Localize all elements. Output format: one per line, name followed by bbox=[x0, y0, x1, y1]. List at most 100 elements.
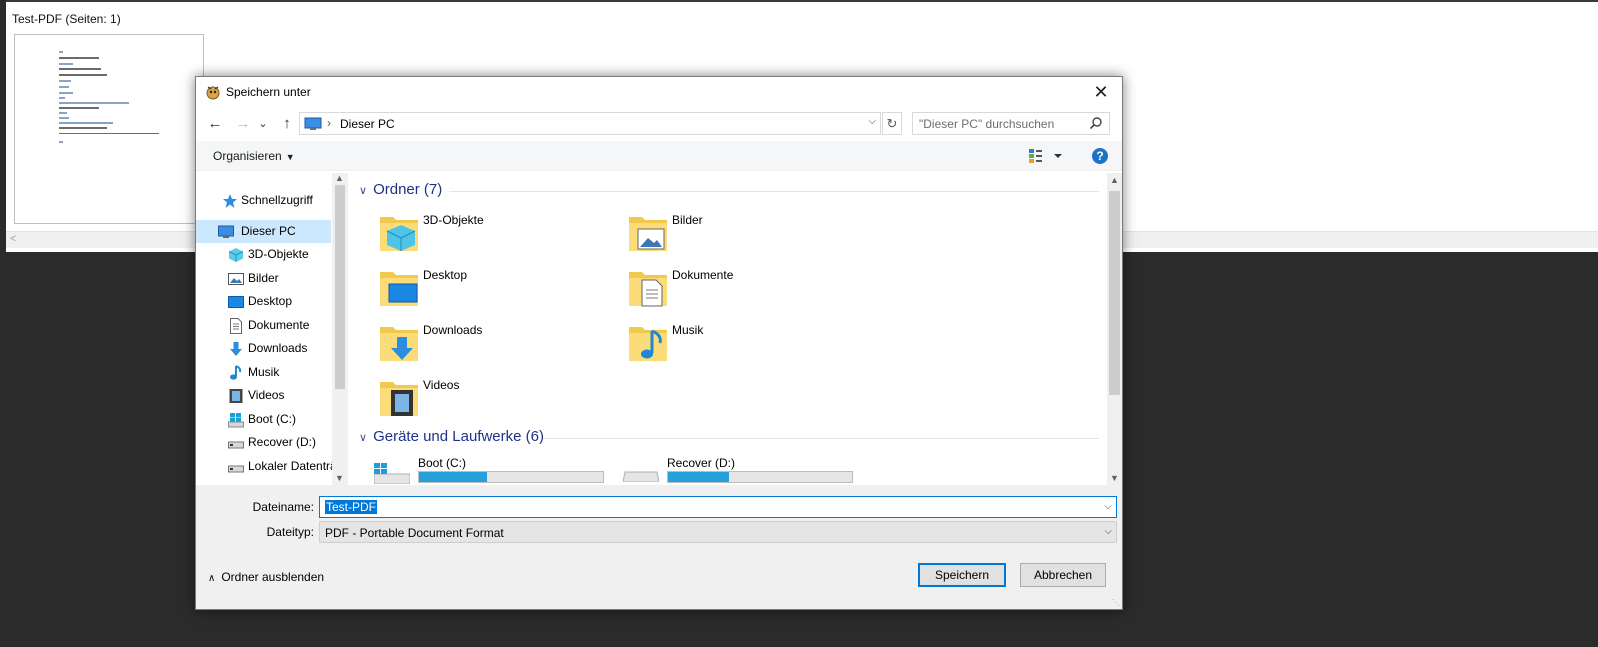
caret-down-icon: ▼ bbox=[285, 152, 295, 162]
hide-folders-button[interactable]: ∧ Ordner ausblenden bbox=[208, 570, 324, 584]
documents-icon bbox=[230, 318, 242, 334]
sidebar-item-label: Videos bbox=[248, 388, 285, 402]
folder-tile-desktop[interactable]: Desktop bbox=[379, 266, 619, 318]
sidebar-item-pictures[interactable]: Bilder bbox=[196, 267, 331, 290]
drive-icon bbox=[228, 441, 244, 449]
recent-locations-button[interactable]: ⌄ bbox=[256, 113, 270, 135]
thumbnail-text-line bbox=[59, 107, 99, 109]
sidebar-item-desktop[interactable]: Desktop bbox=[196, 290, 331, 313]
file-list-pane: ∨ Ordner (7) 3D-Objekte Bilder Desktop Do… bbox=[349, 173, 1107, 485]
dialog-titlebar[interactable]: Speichern unter ✕ bbox=[196, 77, 1122, 107]
sidebar-item-music[interactable]: Musik bbox=[196, 361, 331, 384]
refresh-button[interactable]: ↻ bbox=[882, 112, 902, 135]
folder-tile-pictures[interactable]: Bilder bbox=[628, 211, 868, 263]
filetype-selected-value: PDF - Portable Document Format bbox=[325, 526, 504, 540]
group-header-drives[interactable]: ∨ Geräte und Laufwerke (6) bbox=[359, 428, 544, 445]
back-button[interactable]: ← bbox=[204, 113, 226, 135]
filename-label: Dateiname: bbox=[252, 500, 314, 514]
thumbnail-text-line bbox=[59, 117, 69, 119]
save-as-dialog: Speichern unter ✕ ← → ⌄ ↑ › Dieser PC ⌵ … bbox=[195, 76, 1123, 610]
download-icon bbox=[230, 342, 242, 356]
folder-label: Musik bbox=[672, 323, 704, 337]
help-button[interactable]: ? bbox=[1092, 148, 1108, 164]
folder-label: Dokumente bbox=[672, 268, 734, 282]
folder-tile-music[interactable]: Musik bbox=[628, 321, 868, 373]
group-divider bbox=[449, 191, 1099, 192]
resize-grip-icon[interactable]: ⋱ bbox=[1112, 598, 1120, 607]
pictures-icon bbox=[228, 273, 244, 285]
sidebar-item-documents[interactable]: Dokumente bbox=[196, 314, 331, 337]
folder-tile-documents[interactable]: Dokumente bbox=[628, 266, 868, 318]
folder-tile-downloads[interactable]: Downloads bbox=[379, 321, 619, 373]
sidebar-item-label: 3D-Objekte bbox=[248, 247, 309, 261]
chevron-down-icon[interactable]: ∨ bbox=[359, 432, 367, 444]
sidebar-item-recover-d[interactable]: Recover (D:) bbox=[196, 431, 331, 454]
sidebar-item-label: Boot (C:) bbox=[248, 412, 297, 426]
navigation-pane-scrollbar[interactable]: ▲ ▼ bbox=[332, 173, 348, 485]
app-icon bbox=[206, 86, 220, 100]
scroll-up-icon[interactable]: ▲ bbox=[335, 173, 344, 183]
folder-tile-videos[interactable]: Videos bbox=[379, 376, 619, 428]
navigation-pane: Schnellzugriff Dieser PC 3D-Objekte Bild… bbox=[196, 173, 348, 485]
thumbnail-text-line bbox=[59, 127, 107, 129]
scroll-down-icon[interactable]: ▼ bbox=[1110, 473, 1119, 483]
thumbnail-text-line bbox=[59, 80, 71, 82]
filename-field[interactable]: Test-PDF ⌵ bbox=[319, 496, 1117, 518]
sidebar-item-downloads[interactable]: Downloads bbox=[196, 337, 331, 360]
forward-button[interactable]: → bbox=[232, 113, 254, 135]
folder-label: Downloads bbox=[423, 323, 483, 337]
chevron-down-icon[interactable]: ∨ bbox=[359, 185, 367, 197]
drive-label: Boot (C:) bbox=[418, 456, 467, 470]
pc-icon bbox=[304, 117, 322, 130]
search-box[interactable] bbox=[912, 112, 1110, 135]
folder-tile-3d-objects[interactable]: 3D-Objekte bbox=[379, 211, 619, 263]
pc-icon bbox=[218, 225, 234, 238]
chevron-down-icon[interactable]: ⌵ bbox=[868, 116, 876, 127]
group-header-label: Ordner (7) bbox=[373, 181, 443, 198]
breadcrumb-item[interactable]: Dieser PC bbox=[340, 117, 395, 131]
address-bar[interactable]: › Dieser PC ⌵ bbox=[299, 112, 881, 135]
up-button[interactable]: ↑ bbox=[276, 113, 298, 135]
chevron-down-icon[interactable]: ⌵ bbox=[1104, 501, 1112, 512]
scroll-up-icon[interactable]: ▲ bbox=[1110, 175, 1119, 185]
change-view-button[interactable] bbox=[1028, 148, 1064, 166]
close-button[interactable]: ✕ bbox=[1086, 79, 1116, 105]
cancel-button[interactable]: Abbrechen bbox=[1020, 563, 1106, 587]
sidebar-item-label: Lokaler Datenträ bbox=[248, 459, 337, 473]
filename-input-value[interactable]: Test-PDF bbox=[325, 500, 378, 514]
page-thumbnail[interactable] bbox=[14, 34, 204, 224]
filetype-select[interactable]: PDF - Portable Document Format ⌵ bbox=[319, 521, 1117, 543]
sidebar-item-label: Bilder bbox=[248, 271, 279, 285]
drive-tile-boot-c[interactable]: Boot (C:) bbox=[374, 456, 624, 484]
sidebar-item-label: Musik bbox=[248, 365, 280, 379]
sidebar-item-videos[interactable]: Videos bbox=[196, 384, 331, 407]
sidebar-item-local-disk[interactable]: Lokaler Datenträ bbox=[196, 455, 337, 478]
thumbnail-text-line bbox=[59, 92, 73, 94]
thumbnail-text-line bbox=[59, 122, 113, 124]
save-button[interactable]: Speichern bbox=[918, 563, 1006, 587]
search-icon[interactable] bbox=[1089, 116, 1103, 130]
document-title: Test-PDF (Seiten: 1) bbox=[12, 12, 121, 26]
organize-menu-button[interactable]: Organisieren ▼ bbox=[213, 149, 295, 163]
group-divider bbox=[543, 438, 1099, 439]
thumbnail-text-line bbox=[59, 97, 65, 99]
videos-folder-icon bbox=[380, 382, 418, 416]
sidebar-item-quick-access[interactable]: Schnellzugriff bbox=[196, 189, 331, 212]
thumbnail-text-line bbox=[59, 102, 129, 104]
sidebar-item-boot-c[interactable]: Boot (C:) bbox=[196, 408, 331, 431]
scroll-down-icon[interactable]: ▼ bbox=[335, 473, 344, 483]
file-list-scrollbar[interactable]: ▲ ▼ bbox=[1107, 173, 1122, 485]
group-header-folders[interactable]: ∨ Ordner (7) bbox=[359, 181, 442, 198]
drive-tile-recover-d[interactable]: Recover (D:) bbox=[623, 456, 873, 483]
scrollbar-thumb[interactable] bbox=[1109, 191, 1120, 395]
scroll-left-icon[interactable]: < bbox=[10, 233, 16, 245]
drive-icon bbox=[228, 465, 244, 473]
sidebar-item-this-pc[interactable]: Dieser PC bbox=[196, 220, 331, 243]
scrollbar-thumb[interactable] bbox=[335, 185, 345, 389]
chevron-down-icon[interactable]: ⌵ bbox=[1104, 526, 1112, 537]
thumbnail-text-line bbox=[59, 86, 69, 88]
sidebar-item-label: Downloads bbox=[248, 341, 308, 355]
search-input[interactable] bbox=[919, 116, 1079, 132]
sidebar-item-3d-objects[interactable]: 3D-Objekte bbox=[196, 243, 331, 266]
dialog-title: Speichern unter bbox=[226, 85, 311, 99]
